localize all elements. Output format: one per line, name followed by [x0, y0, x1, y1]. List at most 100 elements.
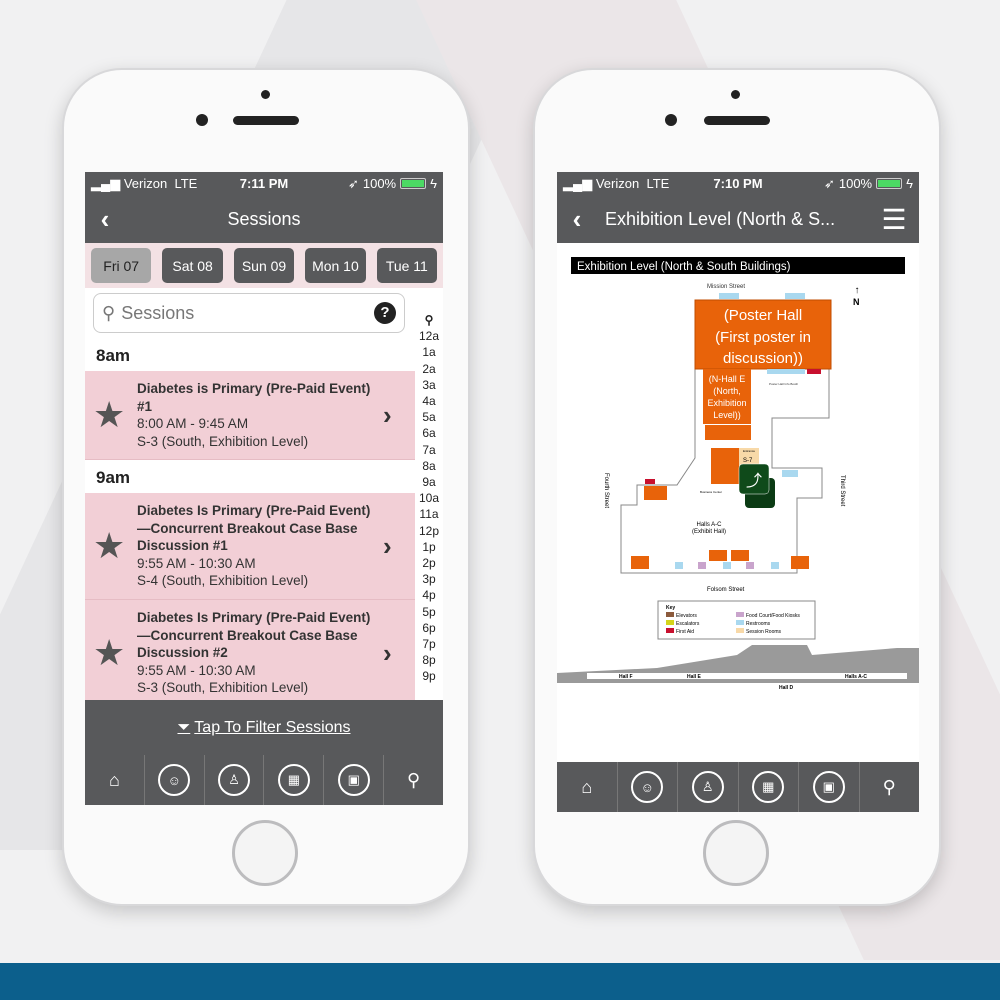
index-hour[interactable]: 4p — [415, 587, 443, 603]
key-label: Restrooms — [746, 621, 771, 627]
index-hour[interactable]: 9a — [415, 474, 443, 490]
room[interactable] — [709, 550, 727, 561]
key-swatch — [736, 628, 744, 633]
search-icon: ⚲ — [882, 776, 896, 797]
exhibits-icon: ▦ — [277, 764, 310, 796]
front-sensor — [261, 90, 270, 99]
street-label: Folsom Street — [707, 587, 745, 593]
search-input[interactable]: ⚲ Sessions ? — [93, 293, 405, 333]
index-hour[interactable]: 1a — [415, 344, 443, 360]
key-swatch — [666, 612, 674, 617]
menu-icon[interactable]: ☰ — [869, 203, 919, 236]
section-label: Hall F — [619, 674, 633, 680]
index-hour[interactable]: 4a — [415, 393, 443, 409]
index-hour[interactable]: 5a — [415, 409, 443, 425]
index-hour[interactable]: 10a — [415, 490, 443, 506]
camera — [196, 114, 208, 126]
filter-sessions-button[interactable]: ⏷ Tap To Filter Sessions — [85, 700, 443, 756]
help-icon[interactable]: ? — [374, 302, 396, 324]
session-list: 8am ★ Diabetes is Primary (Pre-Paid Even… — [85, 338, 415, 700]
session-time: 9:55 AM - 10:30 AM — [137, 555, 256, 571]
tab-search[interactable]: ⚲ — [860, 762, 920, 812]
tab-home[interactable]: ⌂ — [557, 762, 618, 812]
tab-presenter[interactable]: ♙ — [205, 755, 265, 805]
index-hour[interactable]: 7a — [415, 442, 443, 458]
floor-map[interactable]: Exhibition Level (North & South Building… — [557, 243, 919, 761]
index-hour[interactable]: 7p — [415, 636, 443, 652]
session-item[interactable]: ★ Diabetes is Primary (Pre-Paid Event) #… — [85, 371, 415, 460]
room[interactable] — [705, 425, 751, 440]
session-item[interactable]: ★ Diabetes Is Primary (Pre-Paid Event)—C… — [85, 600, 415, 700]
phone-left: ▂▄▆ Verizon LTE 7:11 PM ➶ 100% ϟ ‹ Session… — [62, 68, 470, 906]
index-hour[interactable]: 9p — [415, 668, 443, 684]
map-banner-text: Exhibition Level (North & South Building… — [577, 261, 791, 273]
tab-kiosk[interactable]: ▣ — [799, 762, 860, 812]
star-icon[interactable]: ★ — [93, 394, 129, 436]
speaker — [233, 116, 299, 125]
index-hour[interactable]: 12p — [415, 523, 443, 539]
room[interactable] — [644, 486, 667, 500]
index-hour[interactable]: 8p — [415, 652, 443, 668]
index-hour[interactable]: 6a — [415, 425, 443, 441]
index-search-icon[interactable]: ⚲ — [415, 312, 443, 328]
search-icon: ⚲ — [406, 769, 421, 790]
home-button[interactable] — [703, 820, 769, 886]
index-hour[interactable]: 2a — [415, 361, 443, 377]
sessions-screen: ▂▄▆ Verizon LTE 7:11 PM ➶ 100% ϟ ‹ Session… — [85, 172, 443, 805]
room[interactable] — [631, 556, 649, 569]
clock: 7:10 PM — [713, 176, 763, 191]
room-label: (Poster Hall — [724, 307, 802, 324]
status-bar: ▂▄▆ Verizon LTE 7:11 PM ➶ 100% ϟ — [85, 172, 443, 195]
index-hour[interactable]: 12a — [415, 328, 443, 344]
kiosk-icon: ▣ — [337, 764, 370, 796]
index-hour[interactable]: 3p — [415, 571, 443, 587]
tab-exhibits[interactable]: ▦ — [739, 762, 799, 812]
star-icon[interactable]: ★ — [93, 525, 129, 567]
hall-label: Halls A-C — [696, 522, 722, 528]
filter-label: Tap To Filter Sessions — [194, 719, 351, 736]
speaker — [704, 116, 770, 125]
index-hour[interactable]: 8a — [415, 458, 443, 474]
room-label: S-7 — [743, 458, 753, 464]
back-button[interactable]: ‹ — [85, 204, 125, 235]
tab-day-fri[interactable]: Fri 07 — [91, 248, 152, 283]
tab-day-sat[interactable]: Sat 08 — [162, 248, 223, 283]
room[interactable] — [711, 448, 739, 484]
time-index[interactable]: ⚲ 12a 1a 2a 3a 4a 5a 6a 7a 8a 9a 10a 11a 12p 1p 2p 3p 4p 5… — [415, 312, 443, 685]
session-item[interactable]: ★ Diabetes Is Primary (Pre-Paid Event)—C… — [85, 493, 415, 600]
index-hour[interactable]: 2p — [415, 555, 443, 571]
tab-home[interactable]: ⌂ — [85, 755, 145, 805]
tab-attendees[interactable]: ☺ — [618, 762, 678, 812]
escalator-icon: ⤴ — [746, 472, 762, 490]
index-hour[interactable]: 3a — [415, 377, 443, 393]
restroom — [767, 369, 805, 374]
tab-day-sun[interactable]: Sun 09 — [233, 248, 295, 283]
restroom — [785, 293, 805, 299]
index-hour[interactable]: 6p — [415, 620, 443, 636]
tab-attendees[interactable]: ☺ — [145, 755, 205, 805]
tab-exhibits[interactable]: ▦ — [264, 755, 325, 805]
room-label: Level)) — [713, 410, 741, 420]
home-button[interactable] — [232, 820, 298, 886]
tab-kiosk[interactable]: ▣ — [324, 755, 385, 805]
tab-search[interactable]: ⚲ — [384, 755, 443, 805]
street-label: Mission Street — [707, 284, 745, 290]
time-header: 8am — [85, 338, 415, 371]
key-label: Escalators — [676, 621, 700, 627]
room[interactable] — [731, 550, 749, 561]
nav-bar: ‹ Exhibition Level (North & S... ☰ — [557, 195, 919, 243]
home-icon: ⌂ — [581, 776, 593, 797]
index-hour[interactable]: 1p — [415, 539, 443, 555]
camera — [665, 114, 677, 126]
tab-presenter[interactable]: ♙ — [678, 762, 739, 812]
chevron-right-icon: › — [383, 637, 392, 668]
tab-day-mon[interactable]: Mon 10 — [305, 248, 366, 283]
restroom — [782, 470, 798, 477]
star-icon[interactable]: ★ — [93, 632, 129, 674]
room[interactable] — [791, 556, 809, 569]
index-hour[interactable]: 11a — [415, 506, 443, 522]
session-time: 9:55 AM - 10:30 AM — [137, 662, 256, 678]
index-hour[interactable]: 5p — [415, 604, 443, 620]
back-button[interactable]: ‹ — [557, 204, 597, 235]
tab-day-tue[interactable]: Tue 11 — [376, 248, 438, 283]
